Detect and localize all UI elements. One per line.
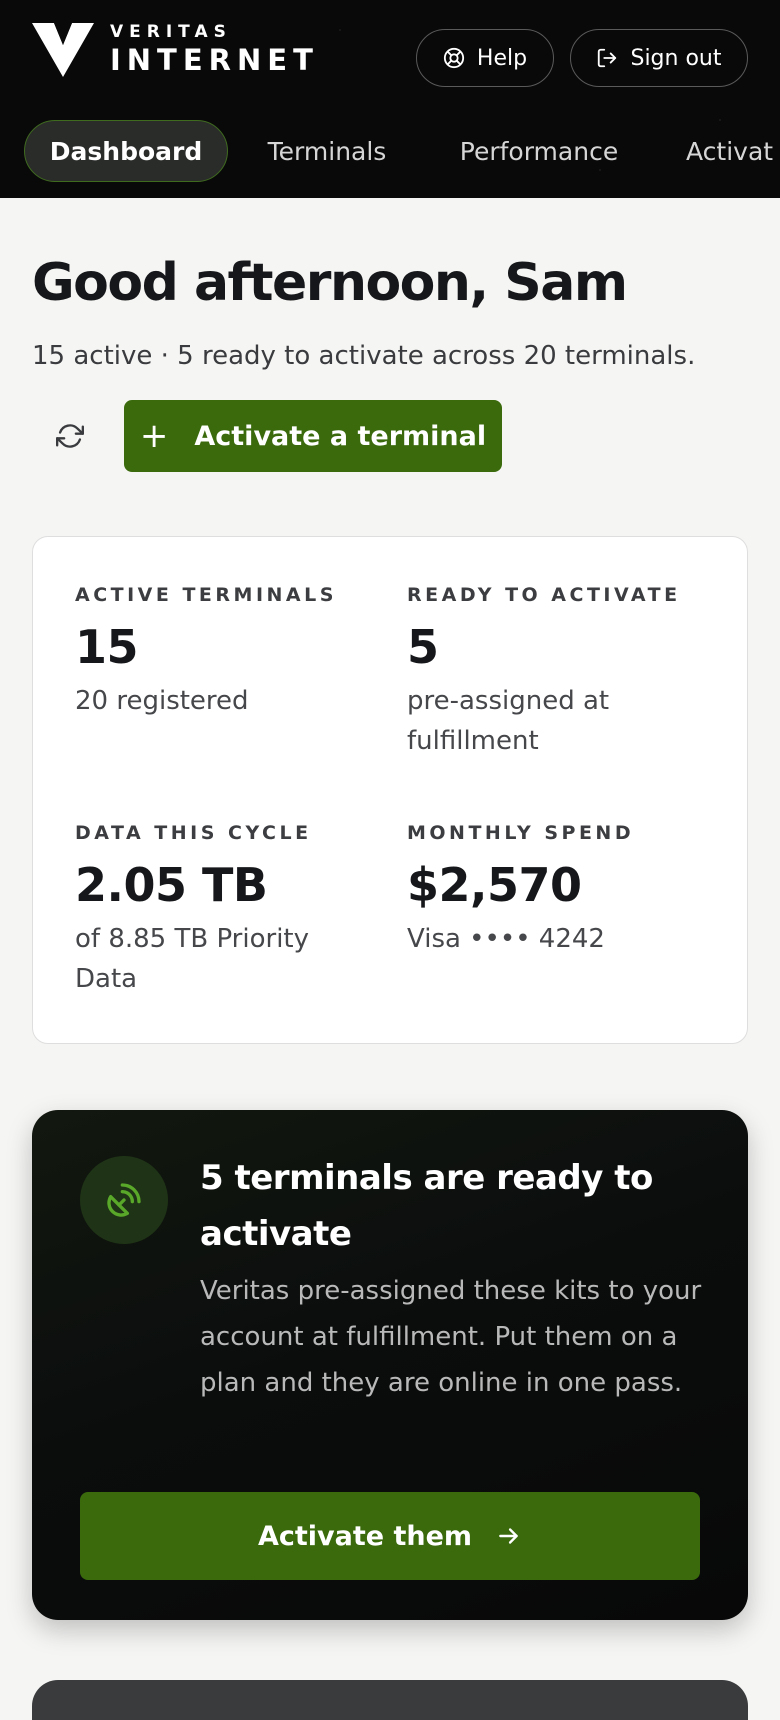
app-header: VERITAS INTERNET Help Sign out Dashboard… — [0, 0, 780, 198]
lifebuoy-icon — [443, 47, 465, 69]
stat-data-this-cycle: DATA THIS CYCLE 2.05 TB of 8.85 TB Prior… — [75, 821, 375, 999]
sign-out-icon — [596, 47, 618, 69]
refresh-button[interactable] — [46, 412, 94, 460]
veritas-v-logo-icon — [32, 23, 94, 77]
stats-card: ACTIVE TERMINALS 15 20 registered READY … — [32, 536, 748, 1044]
page-greeting: Good afternoon, Sam — [32, 253, 628, 313]
satellite-dish-icon — [107, 1183, 141, 1217]
ready-to-activate-promo: 5 terminals are ready to activate Verita… — [32, 1110, 748, 1620]
stat-label: READY TO ACTIVATE — [407, 584, 681, 606]
promo-description: Veritas pre-assigned these kits to your … — [200, 1276, 702, 1398]
main-nav-tabs: Dashboard Terminals Performance Activat — [0, 120, 780, 182]
activate-terminal-button[interactable]: + Activate a terminal — [124, 400, 502, 472]
plus-icon: + — [139, 416, 169, 456]
stat-active-terminals: ACTIVE TERMINALS 15 20 registered — [75, 583, 375, 721]
brand-name-top: VERITAS — [110, 22, 232, 42]
tab-dashboard[interactable]: Dashboard — [24, 120, 228, 182]
stat-value: 5 — [407, 620, 439, 674]
tab-performance[interactable]: Performance — [442, 120, 636, 182]
stat-subtext: pre-assigned at fulfillment — [407, 686, 610, 756]
stat-subtext: of 8.85 TB Priority Data — [75, 924, 309, 994]
stat-subtext: 20 registered — [75, 686, 249, 716]
activate-them-label: Activate them — [257, 1520, 473, 1552]
stat-label: DATA THIS CYCLE — [75, 822, 312, 844]
stat-value: 2.05 TB — [75, 858, 268, 912]
sign-out-label: Sign out — [630, 45, 722, 71]
stat-value: $2,570 — [407, 858, 582, 912]
sign-out-button[interactable]: Sign out — [570, 29, 748, 87]
satellite-icon-badge — [80, 1156, 168, 1244]
stat-ready-to-activate: READY TO ACTIVATE 5 pre-assigned at fulf… — [407, 583, 707, 761]
arrow-right-icon — [496, 1523, 522, 1549]
terminal-summary: 15 active · 5 ready to activate across 2… — [32, 341, 696, 371]
brand-logo[interactable]: VERITAS INTERNET — [32, 22, 319, 78]
tab-activation[interactable]: Activat — [686, 120, 780, 182]
next-card-partial — [32, 1680, 748, 1720]
help-label: Help — [476, 45, 528, 71]
tab-terminals[interactable]: Terminals — [250, 120, 404, 182]
stat-monthly-spend: MONTHLY SPEND $2,570 Visa •••• 4242 — [407, 821, 707, 959]
refresh-icon — [56, 424, 84, 448]
promo-title: 5 terminals are ready to activate — [200, 1158, 653, 1254]
help-button[interactable]: Help — [416, 29, 554, 87]
activate-terminal-label: Activate a terminal — [194, 420, 487, 452]
activate-them-button[interactable]: Activate them — [80, 1492, 700, 1580]
brand-name-bottom: INTERNET — [110, 43, 319, 77]
brand-wordmark: VERITAS INTERNET — [110, 22, 319, 78]
stat-label: MONTHLY SPEND — [407, 822, 635, 844]
stat-subtext: Visa •••• 4242 — [407, 924, 605, 954]
stat-label: ACTIVE TERMINALS — [75, 584, 337, 606]
stat-value: 15 — [75, 620, 139, 674]
